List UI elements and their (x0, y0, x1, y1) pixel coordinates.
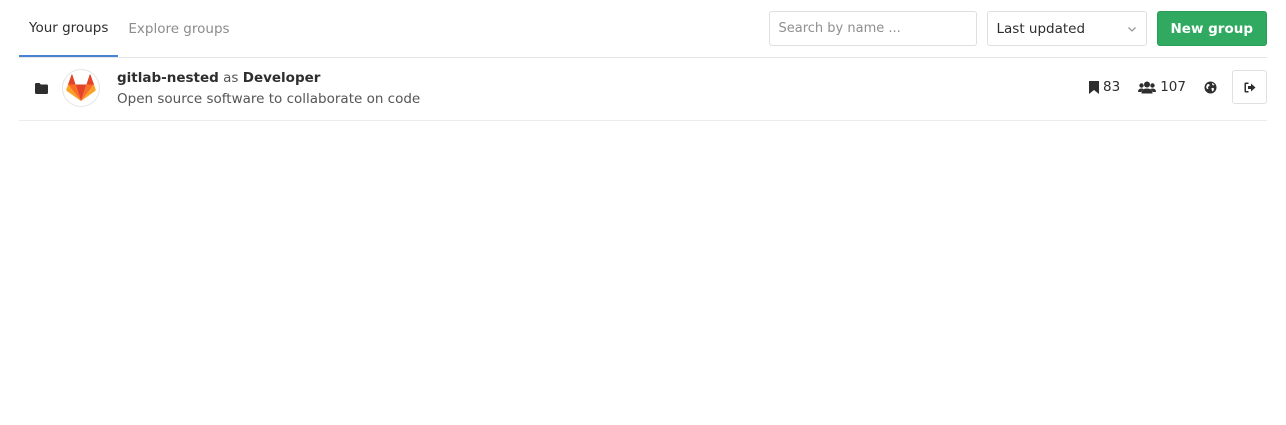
leave-icon (1244, 82, 1255, 92)
chevron-down-icon (1127, 26, 1136, 32)
group-description: Open source software to collaborate on c… (117, 91, 421, 107)
sort-dropdown[interactable]: Last updated (986, 11, 1147, 46)
members-count-stat[interactable]: 107 (1138, 79, 1186, 95)
leave-group-button[interactable] (1232, 70, 1267, 104)
group-name-link[interactable]: gitlab-nested (117, 70, 219, 86)
users-icon (1138, 81, 1157, 93)
group-avatar[interactable] (62, 69, 100, 107)
gitlab-fox-logo (66, 74, 96, 102)
groups-page: Your groups Explore groups Last updated … (0, 0, 1286, 425)
group-controls: Last updated New group (768, 11, 1267, 46)
group-stats: 83 107 (1089, 70, 1267, 104)
groups-header: Your groups Explore groups Last updated … (19, 0, 1267, 58)
visibility-indicator[interactable] (1204, 81, 1217, 94)
group-role: Developer (242, 70, 321, 86)
group-row[interactable]: gitlab-nested as Developer Open source s… (19, 58, 1267, 121)
projects-count: 83 (1103, 79, 1121, 95)
globe-icon (1204, 81, 1217, 93)
bookmark-icon (1089, 80, 1100, 94)
folder-icon (35, 83, 48, 94)
group-title-line: gitlab-nested as Developer (117, 70, 320, 86)
tab-your-groups[interactable]: Your groups (19, 0, 119, 57)
members-count: 107 (1160, 79, 1186, 95)
new-group-button[interactable]: New group (1156, 11, 1267, 46)
groups-tabs: Your groups Explore groups (19, 0, 240, 57)
group-as-text: as (223, 70, 239, 86)
search-input[interactable] (768, 11, 977, 46)
sort-selected-label: Last updated (996, 20, 1086, 37)
tab-explore-groups[interactable]: Explore groups (118, 0, 239, 57)
projects-count-stat[interactable]: 83 (1089, 79, 1120, 95)
